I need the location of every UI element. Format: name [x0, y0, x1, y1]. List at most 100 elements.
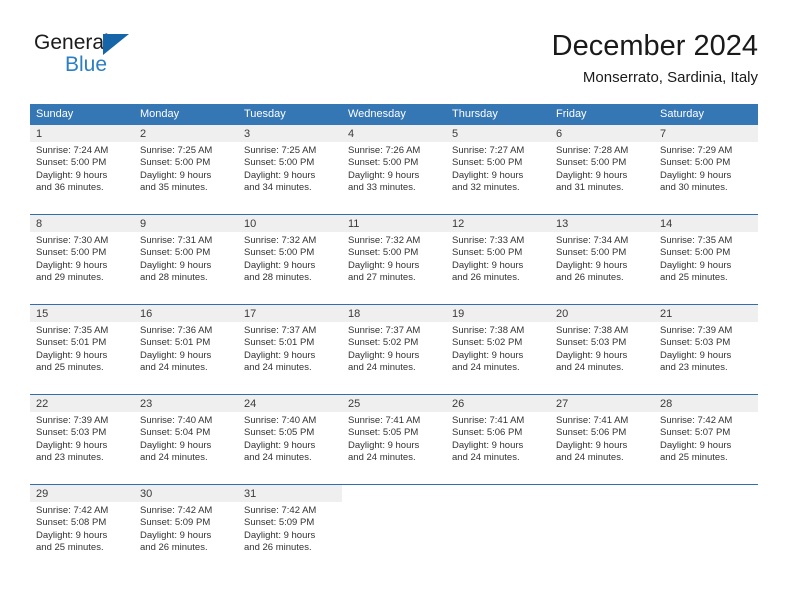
sunrise-text: Sunrise: 7:31 AM [140, 235, 213, 246]
daylight-text-line1: Daylight: 9 hours [452, 259, 524, 271]
sunset-text: Sunset: 5:08 PM [36, 517, 107, 529]
sunset-text: Sunset: 5:00 PM [660, 157, 731, 169]
daylight-text-line1: Daylight: 9 hours [452, 169, 524, 181]
daylight-text-line2: and 25 minutes. [660, 271, 728, 283]
day-cell-empty [550, 484, 654, 574]
day-cell[interactable]: 13 Sunrise: 7:34 AM Sunset: 5:00 PM Dayligh… [550, 214, 654, 305]
sunrise-text: Sunrise: 7:39 AM [660, 325, 733, 336]
sunrise-text: Sunrise: 7:35 AM [660, 235, 733, 246]
day-number: 4 [342, 125, 446, 142]
daylight-text-line2: and 24 minutes. [556, 361, 624, 373]
day-cell[interactable]: 19 Sunrise: 7:38 AM Sunset: 5:02 PM Dayligh… [446, 304, 550, 395]
daylight-text-line2: and 35 minutes. [140, 181, 208, 193]
daylight-text-line1: Daylight: 9 hours [36, 349, 108, 361]
day-cell-empty [654, 484, 758, 574]
daylight-text-line1: Daylight: 9 hours [36, 259, 108, 271]
day-number: 13 [550, 215, 654, 232]
daylight-text-line1: Daylight: 9 hours [244, 529, 316, 541]
sunrise-text: Sunrise: 7:28 AM [556, 145, 629, 156]
sunset-text: Sunset: 5:00 PM [660, 247, 731, 259]
day-cell[interactable]: 14 Sunrise: 7:35 AM Sunset: 5:00 PM Dayligh… [654, 214, 758, 305]
page-header: General Blue December 2024 Monserrato, S… [0, 0, 792, 100]
day-details: Sunrise: 7:33 AM Sunset: 5:00 PM Daylight:… [446, 232, 550, 284]
day-cell[interactable]: 4 Sunrise: 7:26 AM Sunset: 5:00 PM Daylight… [342, 125, 446, 215]
daylight-text-line2: and 33 minutes. [348, 181, 416, 193]
day-number: 5 [446, 125, 550, 142]
day-number [654, 485, 758, 502]
day-number: 30 [134, 485, 238, 502]
sunrise-text: Sunrise: 7:38 AM [452, 325, 525, 336]
daylight-text-line2: and 28 minutes. [140, 271, 208, 283]
daylight-text-line1: Daylight: 9 hours [348, 349, 420, 361]
day-number: 16 [134, 305, 238, 322]
daylight-text-line2: and 24 minutes. [140, 361, 208, 373]
daylight-text-line1: Daylight: 9 hours [348, 439, 420, 451]
sunset-text: Sunset: 5:07 PM [660, 427, 731, 439]
day-cell[interactable]: 28 Sunrise: 7:42 AM Sunset: 5:07 PM Dayligh… [654, 394, 758, 485]
day-cell[interactable]: 24 Sunrise: 7:40 AM Sunset: 5:05 PM Dayligh… [238, 394, 342, 485]
daylight-text-line2: and 25 minutes. [36, 541, 104, 553]
sunset-text: Sunset: 5:09 PM [140, 517, 211, 529]
sunset-text: Sunset: 5:04 PM [140, 427, 211, 439]
day-cell[interactable]: 6 Sunrise: 7:28 AM Sunset: 5:00 PM Daylight… [550, 125, 654, 215]
day-details: Sunrise: 7:35 AM Sunset: 5:01 PM Daylight:… [30, 322, 134, 374]
day-cell[interactable]: 12 Sunrise: 7:33 AM Sunset: 5:00 PM Dayligh… [446, 214, 550, 305]
day-cell[interactable]: 31 Sunrise: 7:42 AM Sunset: 5:09 PM Dayligh… [238, 484, 342, 574]
day-number [550, 485, 654, 502]
general-blue-logo[interactable]: General Blue [34, 32, 254, 80]
day-details: Sunrise: 7:42 AM Sunset: 5:09 PM Daylight:… [134, 502, 238, 554]
weekday-header-wednesday: Wednesday [342, 104, 446, 125]
daylight-text-line2: and 28 minutes. [244, 271, 312, 283]
day-cell[interactable]: 9 Sunrise: 7:31 AM Sunset: 5:00 PM Daylight… [134, 214, 238, 305]
day-cell[interactable]: 10 Sunrise: 7:32 AM Sunset: 5:00 PM Dayligh… [238, 214, 342, 305]
daylight-text-line1: Daylight: 9 hours [452, 439, 524, 451]
daylight-text-line2: and 24 minutes. [348, 451, 416, 463]
day-cell[interactable]: 27 Sunrise: 7:41 AM Sunset: 5:06 PM Dayligh… [550, 394, 654, 485]
day-cell[interactable]: 25 Sunrise: 7:41 AM Sunset: 5:05 PM Dayligh… [342, 394, 446, 485]
day-cell[interactable]: 11 Sunrise: 7:32 AM Sunset: 5:00 PM Dayligh… [342, 214, 446, 305]
day-cell[interactable]: 22 Sunrise: 7:39 AM Sunset: 5:03 PM Dayligh… [30, 394, 134, 485]
week-row: 15 Sunrise: 7:35 AM Sunset: 5:01 PM Dayligh… [30, 304, 758, 395]
day-details: Sunrise: 7:24 AM Sunset: 5:00 PM Daylight:… [30, 142, 134, 194]
day-cell[interactable]: 18 Sunrise: 7:37 AM Sunset: 5:02 PM Dayligh… [342, 304, 446, 395]
logo-text-general: General [34, 31, 109, 54]
day-number: 9 [134, 215, 238, 232]
sunset-text: Sunset: 5:05 PM [348, 427, 419, 439]
day-cell[interactable]: 23 Sunrise: 7:40 AM Sunset: 5:04 PM Dayligh… [134, 394, 238, 485]
day-cell[interactable]: 17 Sunrise: 7:37 AM Sunset: 5:01 PM Dayligh… [238, 304, 342, 395]
day-cell[interactable]: 21 Sunrise: 7:39 AM Sunset: 5:03 PM Dayligh… [654, 304, 758, 395]
day-number: 19 [446, 305, 550, 322]
daylight-text-line1: Daylight: 9 hours [244, 169, 316, 181]
day-cell[interactable]: 5 Sunrise: 7:27 AM Sunset: 5:00 PM Daylight… [446, 125, 550, 215]
day-details: Sunrise: 7:32 AM Sunset: 5:00 PM Daylight:… [238, 232, 342, 284]
daylight-text-line2: and 24 minutes. [452, 361, 520, 373]
day-cell[interactable]: 29 Sunrise: 7:42 AM Sunset: 5:08 PM Dayligh… [30, 484, 134, 574]
sunset-text: Sunset: 5:06 PM [452, 427, 523, 439]
day-cell[interactable]: 16 Sunrise: 7:36 AM Sunset: 5:01 PM Dayligh… [134, 304, 238, 395]
day-number: 23 [134, 395, 238, 412]
weekday-header-thursday: Thursday [446, 104, 550, 125]
daylight-text-line1: Daylight: 9 hours [660, 169, 732, 181]
day-details: Sunrise: 7:41 AM Sunset: 5:06 PM Daylight:… [550, 412, 654, 464]
day-cell[interactable]: 1 Sunrise: 7:24 AM Sunset: 5:00 PM Daylight… [30, 125, 134, 215]
sunrise-text: Sunrise: 7:27 AM [452, 145, 525, 156]
daylight-text-line2: and 30 minutes. [660, 181, 728, 193]
sunrise-text: Sunrise: 7:25 AM [140, 145, 213, 156]
week-row: 1 Sunrise: 7:24 AM Sunset: 5:00 PM Daylight… [30, 125, 758, 215]
day-cell[interactable]: 3 Sunrise: 7:25 AM Sunset: 5:00 PM Daylight… [238, 125, 342, 215]
sunset-text: Sunset: 5:03 PM [660, 337, 731, 349]
day-cell[interactable]: 26 Sunrise: 7:41 AM Sunset: 5:06 PM Dayligh… [446, 394, 550, 485]
sunset-text: Sunset: 5:06 PM [556, 427, 627, 439]
day-number: 12 [446, 215, 550, 232]
sunset-text: Sunset: 5:01 PM [36, 337, 107, 349]
day-number: 10 [238, 215, 342, 232]
day-cell[interactable]: 7 Sunrise: 7:29 AM Sunset: 5:00 PM Daylight… [654, 125, 758, 215]
day-number: 28 [654, 395, 758, 412]
day-cell[interactable]: 15 Sunrise: 7:35 AM Sunset: 5:01 PM Dayligh… [30, 304, 134, 395]
day-cell[interactable]: 8 Sunrise: 7:30 AM Sunset: 5:00 PM Daylight… [30, 214, 134, 305]
day-cell[interactable]: 30 Sunrise: 7:42 AM Sunset: 5:09 PM Dayligh… [134, 484, 238, 574]
day-details: Sunrise: 7:37 AM Sunset: 5:02 PM Daylight:… [342, 322, 446, 374]
day-details: Sunrise: 7:36 AM Sunset: 5:01 PM Daylight:… [134, 322, 238, 374]
day-cell[interactable]: 20 Sunrise: 7:38 AM Sunset: 5:03 PM Dayligh… [550, 304, 654, 395]
day-cell[interactable]: 2 Sunrise: 7:25 AM Sunset: 5:00 PM Daylight… [134, 125, 238, 215]
